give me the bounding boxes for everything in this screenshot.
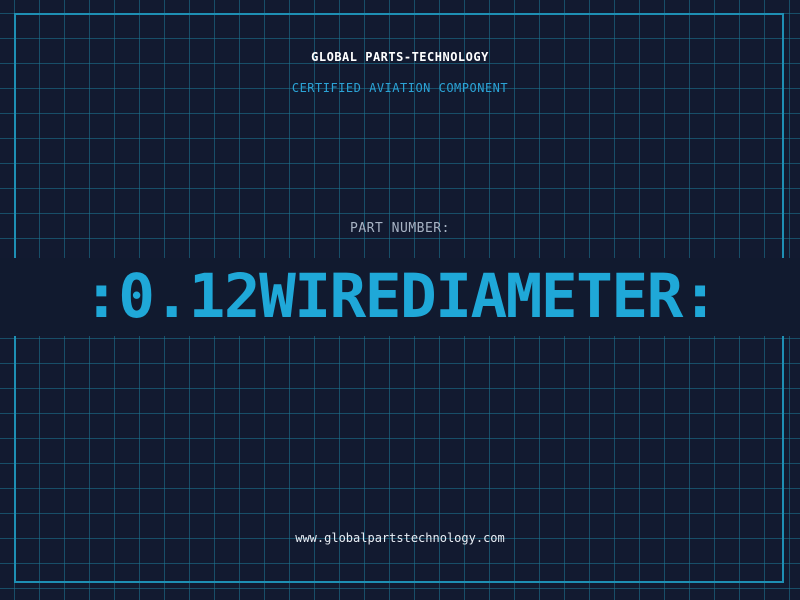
part-number-value: :0.12WIREDIAMETER: — [82, 261, 719, 332]
part-number-label: PART NUMBER: — [350, 221, 450, 236]
certificate-page: GLOBAL PARTS-TECHNOLOGY CERTIFIED AVIATI… — [0, 0, 800, 600]
company-name: GLOBAL PARTS-TECHNOLOGY — [311, 50, 489, 64]
certification-subtitle: CERTIFIED AVIATION COMPONENT — [291, 81, 509, 95]
website-url: www.globalpartstechnology.com — [295, 531, 505, 545]
